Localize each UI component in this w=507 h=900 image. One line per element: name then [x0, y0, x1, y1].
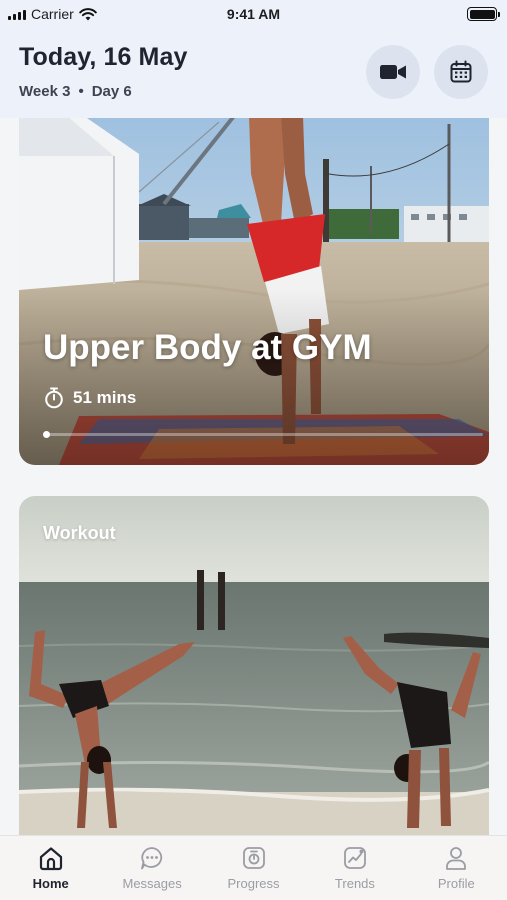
- progress-dot: [43, 431, 50, 438]
- workout-feed[interactable]: Upper Body at GYM 51 mins Workout: [0, 118, 507, 835]
- tab-trends-label: Trends: [334, 876, 375, 891]
- status-bar: Carrier 9:41 AM: [0, 0, 507, 28]
- signal-icon: [8, 9, 26, 20]
- tab-home-label: Home: [32, 876, 69, 891]
- card-category-label: Workout: [43, 523, 116, 543]
- stopwatch-icon: [45, 387, 63, 409]
- header: Today, 16 May Week 3 • Day 6: [0, 28, 507, 118]
- tab-bar: Home Messages Progress Trends Profile: [0, 835, 507, 900]
- tab-messages-label: Messages: [122, 876, 182, 891]
- workout-card-upper-body[interactable]: Upper Body at GYM 51 mins: [19, 118, 489, 465]
- chat-bubble-icon: [141, 847, 163, 870]
- tab-progress-label: Progress: [227, 876, 280, 891]
- tab-trends[interactable]: Trends: [304, 836, 405, 900]
- handstand-on-beach-photo: [19, 118, 489, 465]
- workout-card-second[interactable]: Workout: [19, 496, 489, 835]
- weight-scale-icon: [242, 847, 265, 869]
- wifi-icon: [78, 7, 97, 20]
- week-day-subtitle: Week 3 • Day 6: [19, 83, 132, 100]
- trend-chart-icon: [344, 847, 366, 869]
- day-label: Day 6: [91, 83, 132, 100]
- workout-title: Upper Body at GYM: [43, 328, 372, 367]
- tab-messages[interactable]: Messages: [101, 836, 202, 900]
- two-people-handstand-at-shore-photo: [19, 496, 489, 835]
- workout-duration: 51 mins: [44, 387, 136, 409]
- calendar-icon: [450, 60, 472, 83]
- separator-dot: •: [78, 83, 84, 100]
- calendar-button[interactable]: [434, 45, 488, 99]
- carrier-label: Carrier: [31, 6, 74, 22]
- video-button[interactable]: [366, 45, 420, 99]
- status-left: Carrier: [8, 6, 97, 22]
- battery-icon: [467, 7, 500, 21]
- card-progress-bar: [43, 431, 483, 438]
- tab-profile[interactable]: Profile: [406, 836, 507, 900]
- page-title: Today, 16 May: [19, 43, 188, 71]
- tab-progress[interactable]: Progress: [203, 836, 304, 900]
- week-label: Week 3: [19, 83, 71, 100]
- tab-profile-label: Profile: [437, 876, 475, 891]
- video-camera-icon: [380, 65, 406, 79]
- home-icon: [39, 847, 62, 871]
- tab-home[interactable]: Home: [0, 836, 101, 900]
- person-icon: [446, 847, 467, 870]
- duration-label: 51 mins: [73, 388, 137, 407]
